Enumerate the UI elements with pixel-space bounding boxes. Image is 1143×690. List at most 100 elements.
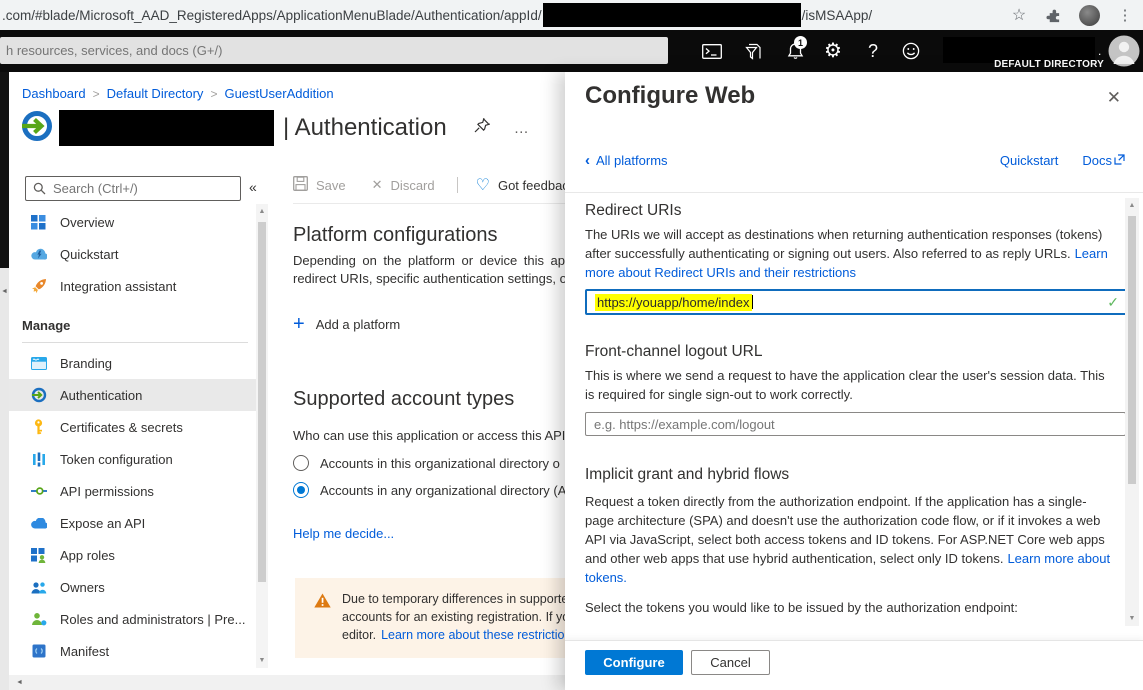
sidebar-menu: Overview Quickstart Integration assistan… bbox=[9, 206, 256, 667]
url-prefix: .com/#blade/Microsoft_AAD_RegisteredApps… bbox=[2, 8, 542, 23]
settings-gear-icon[interactable]: ⚙ bbox=[818, 30, 848, 72]
sidebar-item-integration-assistant[interactable]: Integration assistant bbox=[9, 270, 256, 302]
valid-check-icon: ✓ bbox=[1107, 294, 1119, 311]
warning-text: Due to temporary differences in supporte… bbox=[342, 590, 565, 644]
directory-filter-icon[interactable] bbox=[739, 30, 769, 72]
logout-url-input[interactable] bbox=[585, 412, 1126, 436]
screen: .com/#blade/Microsoft_AAD_RegisteredApps… bbox=[0, 0, 1143, 690]
divider bbox=[22, 342, 248, 343]
breadcrumb-separator: > bbox=[203, 87, 224, 101]
sidebar-item-token-configuration[interactable]: Token configuration bbox=[9, 443, 256, 475]
all-platforms-back-link[interactable]: ‹ All platforms bbox=[585, 152, 668, 169]
sidebar-item-authentication[interactable]: Authentication bbox=[9, 379, 256, 411]
help-icon[interactable]: ? bbox=[858, 30, 888, 72]
pin-icon[interactable] bbox=[473, 117, 490, 139]
sidebar-search-input[interactable] bbox=[25, 176, 241, 201]
api-permissions-icon bbox=[30, 486, 47, 496]
browser-menu-icon[interactable]: ⋮ bbox=[1115, 0, 1135, 30]
account-separator-dot: . bbox=[1098, 44, 1101, 58]
cancel-button[interactable]: Cancel bbox=[691, 650, 770, 675]
browser-address-bar[interactable]: .com/#blade/Microsoft_AAD_RegisteredApps… bbox=[0, 0, 1143, 30]
sidebar-item-overview[interactable]: Overview bbox=[9, 206, 256, 238]
search-icon bbox=[33, 182, 46, 200]
redirect-uris-heading: Redirect URIs bbox=[585, 202, 681, 220]
edge-collapse-arrow-icon[interactable]: ◄ bbox=[1, 288, 8, 295]
app-roles-icon bbox=[30, 548, 47, 563]
redirect-uri-input[interactable]: https://youapp/home/index ✓ bbox=[585, 289, 1129, 315]
close-icon[interactable]: ✕ bbox=[1107, 88, 1121, 108]
url-suffix: /isMSAApp/ bbox=[802, 8, 873, 23]
add-platform-button[interactable]: + Add a platform bbox=[293, 314, 400, 334]
panel-scrollbar[interactable]: ▲ ▼ bbox=[1125, 198, 1139, 626]
redirect-uris-description: The URIs we will accept as destinations … bbox=[585, 225, 1113, 282]
external-link-icon bbox=[1114, 153, 1125, 168]
sidebar-collapse-icon[interactable]: « bbox=[249, 179, 257, 195]
quickstart-icon bbox=[30, 248, 47, 260]
avatar bbox=[1079, 5, 1100, 26]
help-me-decide-link[interactable]: Help me decide... bbox=[293, 526, 394, 541]
page-title-row: | Authentication … bbox=[20, 108, 530, 148]
sidebar-item-api-permissions[interactable]: API permissions bbox=[9, 475, 256, 507]
sidebar-scrollbar[interactable]: ▲ ▼ bbox=[256, 204, 268, 668]
url-text[interactable]: .com/#blade/Microsoft_AAD_RegisteredApps… bbox=[2, 3, 872, 27]
azure-top-bar: 1 ⚙ ? . DEFAULT DIRECTORY bbox=[0, 30, 1143, 72]
owners-icon bbox=[30, 581, 47, 594]
browser-profile-avatar[interactable] bbox=[1077, 0, 1101, 30]
scrollbar-thumb[interactable] bbox=[258, 222, 266, 582]
sidebar-item-quickstart[interactable]: Quickstart bbox=[9, 238, 256, 270]
scroll-up-icon[interactable]: ▲ bbox=[1125, 202, 1139, 209]
sidebar-item-roles-and-administrators[interactable]: Roles and administrators | Pre... bbox=[9, 603, 256, 635]
sidebar-item-owners[interactable]: Owners bbox=[9, 571, 256, 603]
global-search-input[interactable] bbox=[0, 37, 668, 64]
scroll-up-icon[interactable]: ▲ bbox=[256, 208, 268, 215]
discard-button[interactable]: ✕ Discard bbox=[372, 177, 435, 193]
docs-link[interactable]: Docs bbox=[1082, 153, 1125, 168]
scroll-left-icon[interactable]: ◄ bbox=[16, 679, 23, 686]
horizontal-scrollbar[interactable]: ◄ bbox=[9, 675, 565, 690]
scroll-down-icon[interactable]: ▼ bbox=[1125, 615, 1139, 622]
scrollbar-thumb[interactable] bbox=[1128, 216, 1136, 484]
supported-account-types-heading: Supported account types bbox=[293, 388, 514, 411]
branding-icon bbox=[30, 357, 47, 370]
back-chevron-icon: ‹ bbox=[585, 152, 590, 169]
radio-unchecked-icon[interactable] bbox=[293, 455, 309, 471]
breadcrumb-dashboard[interactable]: Dashboard bbox=[22, 86, 86, 101]
redacted-app-id bbox=[543, 3, 801, 27]
panel-nav: ‹ All platforms Quickstart Docs bbox=[585, 152, 1125, 169]
command-bar: Save ✕ Discard ♡ Got feedback bbox=[293, 172, 575, 198]
sidebar-item-certificates-secrets[interactable]: Certificates & secrets bbox=[9, 411, 256, 443]
extensions-puzzle-icon[interactable] bbox=[1041, 0, 1065, 30]
sidebar-item-app-roles[interactable]: App roles bbox=[9, 539, 256, 571]
account-avatar[interactable] bbox=[1108, 35, 1140, 67]
feedback-smiley-icon[interactable] bbox=[896, 30, 926, 72]
sidebar-item-manifest[interactable]: Manifest bbox=[9, 635, 256, 667]
restrictions-link[interactable]: Learn more about these restrictions. bbox=[381, 628, 565, 642]
sidebar-item-branding[interactable]: Branding bbox=[9, 347, 256, 379]
token-configuration-icon bbox=[30, 452, 47, 467]
breadcrumb-default-directory[interactable]: Default Directory bbox=[107, 86, 204, 101]
radio-dot bbox=[297, 486, 305, 494]
notification-badge: 1 bbox=[794, 36, 807, 49]
bookmark-star-icon[interactable]: ☆ bbox=[1007, 0, 1031, 30]
save-button[interactable]: Save bbox=[293, 176, 346, 194]
page-title: | Authentication bbox=[283, 114, 447, 142]
quickstart-link[interactable]: Quickstart bbox=[1000, 153, 1059, 168]
authentication-icon bbox=[30, 387, 47, 403]
got-feedback-button[interactable]: ♡ Got feedback bbox=[476, 175, 576, 195]
cloud-shell-icon[interactable] bbox=[697, 30, 727, 72]
sidebar-item-expose-an-api[interactable]: Expose an API bbox=[9, 507, 256, 539]
radio-option-any-directory[interactable]: Accounts in any organizational directory… bbox=[293, 482, 568, 498]
implicit-grant-description: Request a token directly from the author… bbox=[585, 492, 1113, 587]
platform-configurations-description: Depending on the platform or device this… bbox=[293, 252, 565, 288]
sidebar-section-manage: Manage bbox=[9, 310, 256, 340]
notifications-bell-icon[interactable]: 1 bbox=[780, 30, 810, 72]
radio-checked-icon[interactable] bbox=[293, 482, 309, 498]
divider bbox=[565, 192, 1143, 193]
radio-option-this-directory[interactable]: Accounts in this organizational director… bbox=[293, 455, 568, 471]
scroll-down-icon[interactable]: ▼ bbox=[256, 657, 268, 664]
configure-button[interactable]: Configure bbox=[585, 650, 683, 675]
window-edge-light bbox=[0, 268, 9, 690]
breadcrumb: Dashboard>Default Directory>GuestUserAdd… bbox=[22, 86, 334, 101]
more-options-icon[interactable]: … bbox=[514, 120, 530, 137]
breadcrumb-guestuseraddition[interactable]: GuestUserAddition bbox=[224, 86, 333, 101]
